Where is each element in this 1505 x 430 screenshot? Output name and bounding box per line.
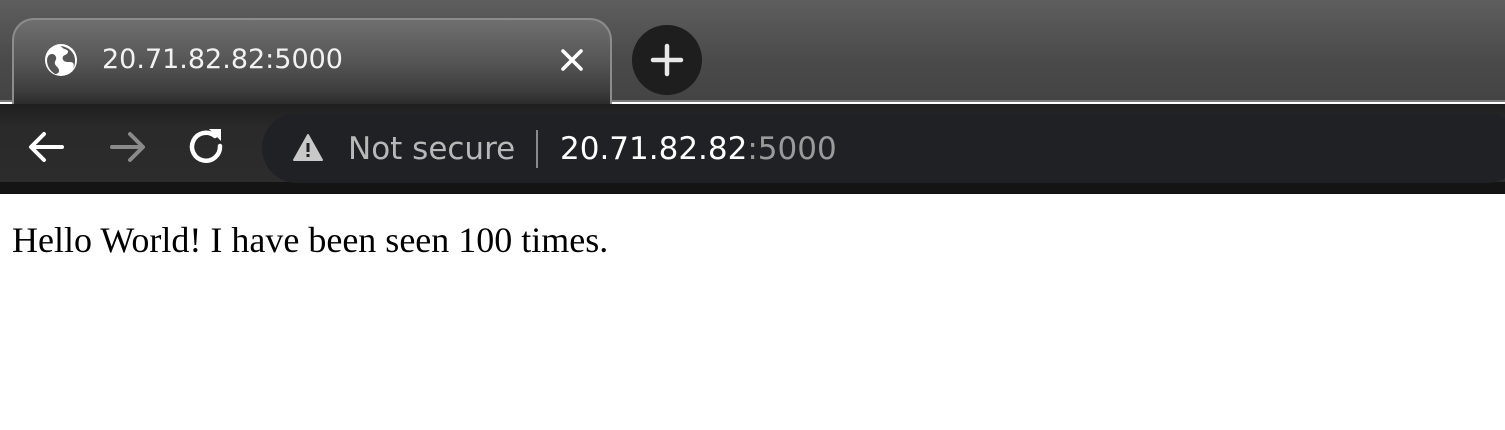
address-bar-divider bbox=[536, 130, 538, 168]
globe-icon bbox=[44, 43, 78, 77]
page-content: Hello World! I have been seen 100 times. bbox=[0, 194, 1505, 430]
new-tab-button[interactable] bbox=[632, 25, 702, 95]
plus-icon bbox=[650, 43, 684, 77]
arrow-left-icon bbox=[29, 132, 64, 162]
url-host: 20.71.82.82 bbox=[560, 131, 748, 167]
url-port: :5000 bbox=[747, 131, 837, 167]
warning-triangle-icon[interactable] bbox=[292, 133, 324, 163]
security-status-label[interactable]: Not secure bbox=[348, 128, 515, 170]
page-message: Hello World! I have been seen 100 times. bbox=[12, 220, 609, 260]
forward-button[interactable] bbox=[104, 124, 150, 170]
toolbar-divider bbox=[0, 182, 1505, 194]
browser-window: 20.71.82.82:5000 Not secure 20.71.82.82:… bbox=[0, 0, 1505, 430]
back-button[interactable] bbox=[24, 124, 70, 170]
reload-button[interactable] bbox=[184, 124, 230, 170]
reload-icon bbox=[189, 129, 223, 163]
arrow-right-icon bbox=[110, 132, 145, 162]
url-text[interactable]: 20.71.82.82:5000 bbox=[560, 128, 837, 170]
close-icon[interactable] bbox=[555, 43, 589, 77]
tab-title: 20.71.82.82:5000 bbox=[102, 44, 343, 75]
